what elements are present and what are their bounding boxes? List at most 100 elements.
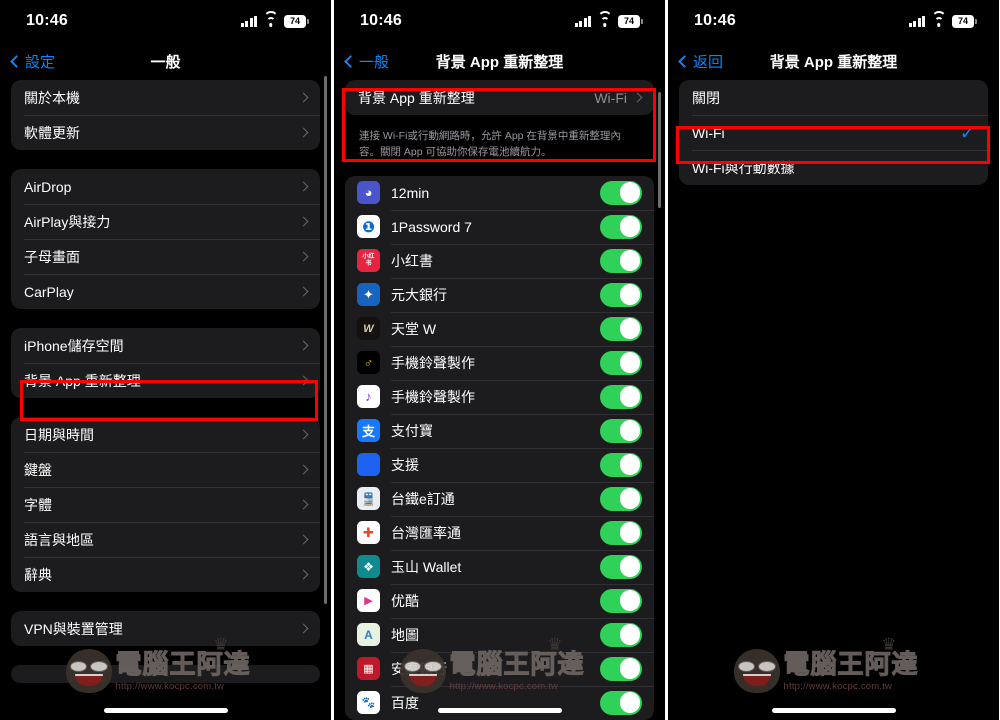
row-label: Wi-Fi與行動數據 xyxy=(692,159,795,176)
refresh-options-group: 關閉 Wi-Fi ✓ Wi-Fi與行動數據 xyxy=(679,80,988,185)
crown-icon: ♛ xyxy=(881,634,897,654)
list-item[interactable]: ❶ 1Password 7 xyxy=(345,209,654,244)
scrollbar-panel1[interactable] xyxy=(324,76,327,604)
chevron-left-icon xyxy=(344,54,357,68)
list-item[interactable]: ▦ 安泰銀行 xyxy=(345,651,654,686)
option-wifi-and-cellular[interactable]: Wi-Fi與行動數據 xyxy=(679,150,988,185)
list-item[interactable]: ✚ 台灣匯率通 xyxy=(345,515,654,550)
app-refresh-toggle[interactable] xyxy=(600,486,642,511)
app-name: 元大銀行 xyxy=(391,286,447,303)
app-refresh-toggle[interactable] xyxy=(600,452,642,477)
screenshot-root: 10:46 74 設定 一般 關於本機 軟體更新 AirDrop AirPlay… xyxy=(0,0,1000,720)
app-icon-ringtone-maker-1: ♂ xyxy=(357,351,380,375)
option-wifi[interactable]: Wi-Fi ✓ xyxy=(679,115,988,150)
list-item[interactable]: ❖ 玉山 Wallet xyxy=(345,549,654,584)
app-name: 12min xyxy=(391,184,430,201)
status-indicators: 74 xyxy=(240,10,309,28)
row-label: AirPlay與接力 xyxy=(24,213,111,230)
app-name: 小红書 xyxy=(391,252,433,269)
settings-list-panel1: 關於本機 軟體更新 AirDrop AirPlay與接力 子母畫面 CarPla… xyxy=(0,80,331,683)
app-icon-entie-bank: ▦ xyxy=(357,657,380,681)
app-refresh-toggle[interactable] xyxy=(600,316,642,341)
sidebar-item-airdrop[interactable]: AirDrop xyxy=(11,169,320,204)
app-refresh-toggle[interactable] xyxy=(600,656,642,681)
back-button-label: 返回 xyxy=(693,53,724,71)
row-label: iPhone儲存空間 xyxy=(24,337,124,354)
app-icon-yuanta-bank: ✦ xyxy=(357,283,380,307)
sidebar-item-airplay[interactable]: AirPlay與接力 xyxy=(11,204,320,239)
list-item[interactable]: 支 支付寶 xyxy=(345,413,654,448)
chevron-left-icon xyxy=(10,54,23,68)
app-name: 台灣匯率通 xyxy=(391,524,461,541)
row-label: 辭典 xyxy=(24,566,52,583)
back-button-settings[interactable]: 設定 xyxy=(10,51,55,72)
app-refresh-toggle[interactable] xyxy=(600,690,642,715)
row-label: 鍵盤 xyxy=(24,461,52,478)
list-item[interactable]: 小红书 小红書 xyxy=(345,243,654,278)
list-item[interactable]: 支援 xyxy=(345,447,654,482)
sidebar-item-keyboard[interactable]: 鍵盤 xyxy=(11,452,320,487)
background-app-refresh-row[interactable]: 背景 App 重新整理 Wi-Fi xyxy=(345,80,654,115)
sidebar-item-background-app-refresh[interactable]: 背景 App 重新整理 xyxy=(11,363,320,398)
sidebar-item-fonts[interactable]: 字體 xyxy=(11,487,320,522)
list-item[interactable]: ▶ 优酷 xyxy=(345,583,654,618)
row-label: CarPlay xyxy=(24,283,74,300)
app-refresh-toggle[interactable] xyxy=(600,520,642,545)
list-item[interactable]: A 地圖 xyxy=(345,617,654,652)
refresh-options-content: 關閉 Wi-Fi ✓ Wi-Fi與行動數據 xyxy=(668,80,999,185)
list-item[interactable]: ✦ 元大銀行 xyxy=(345,277,654,312)
app-refresh-toggle[interactable] xyxy=(600,248,642,273)
app-refresh-toggle[interactable] xyxy=(600,282,642,307)
chevron-right-icon xyxy=(298,534,309,545)
back-button-return[interactable]: 返回 xyxy=(678,51,724,72)
cellular-signal-icon xyxy=(574,15,591,27)
status-indicators: 74 xyxy=(908,10,977,28)
app-refresh-toggle[interactable] xyxy=(600,214,642,239)
sidebar-item-iphone-storage[interactable]: iPhone儲存空間 xyxy=(11,328,320,363)
sidebar-item-software-update[interactable]: 軟體更新 xyxy=(11,115,320,150)
option-off[interactable]: 關閉 xyxy=(679,80,988,115)
app-refresh-toggle[interactable] xyxy=(600,554,642,579)
list-item[interactable]: ♂ 手機鈴聲製作 xyxy=(345,345,654,380)
back-button-label: 一般 xyxy=(359,53,390,71)
status-bar-panel2: 10:46 74 xyxy=(334,0,665,42)
battery-level: 74 xyxy=(624,15,635,26)
wifi-icon xyxy=(263,10,278,27)
app-refresh-toggle[interactable] xyxy=(600,180,642,205)
app-refresh-toggle[interactable] xyxy=(600,350,642,375)
background-refresh-content: 背景 App 重新整理 Wi-Fi 連接 Wi-Fi或行動網路時，允許 App … xyxy=(334,80,665,720)
app-icon-xiaohongshu: 小红书 xyxy=(357,249,380,273)
sidebar-item-carplay[interactable]: CarPlay xyxy=(11,274,320,309)
scrollbar-panel2[interactable] xyxy=(658,92,661,208)
app-name: 1Password 7 xyxy=(391,218,472,235)
app-refresh-toggle[interactable] xyxy=(600,622,642,647)
app-icon-esun-wallet: ❖ xyxy=(357,555,380,579)
settings-group-connectivity: AirDrop AirPlay與接力 子母畫面 CarPlay xyxy=(11,169,320,309)
app-refresh-toggle[interactable] xyxy=(600,418,642,443)
chevron-right-icon xyxy=(298,340,309,351)
sidebar-item-dictionary[interactable]: 辭典 xyxy=(11,557,320,592)
app-refresh-toggle[interactable] xyxy=(600,384,642,409)
list-item[interactable]: 🚆 台鐵e訂通 xyxy=(345,481,654,516)
wifi-icon xyxy=(597,10,612,27)
sidebar-item-date-time[interactable]: 日期與時間 xyxy=(11,417,320,452)
row-label: 關於本機 xyxy=(24,89,80,106)
app-refresh-toggle[interactable] xyxy=(600,588,642,613)
sidebar-item-picture-in-picture[interactable]: 子母畫面 xyxy=(11,239,320,274)
list-item[interactable]: ♪ 手機鈴聲製作 xyxy=(345,379,654,414)
sidebar-item-about[interactable]: 關於本機 xyxy=(11,80,320,115)
app-name: 手機鈴聲製作 xyxy=(391,354,475,371)
list-item[interactable]: W 天堂 W xyxy=(345,311,654,346)
row-label: 關閉 xyxy=(692,89,720,106)
list-item[interactable]: 🐾 百度 xyxy=(345,685,654,720)
chevron-right-icon xyxy=(298,216,309,227)
app-icon-apple-support xyxy=(357,453,380,477)
sidebar-item-language-region[interactable]: 語言與地區 xyxy=(11,522,320,557)
back-button-general[interactable]: 一般 xyxy=(344,51,390,72)
list-item[interactable]: ◕ 12min xyxy=(345,176,654,210)
row-label: 軟體更新 xyxy=(24,124,80,141)
row-value: Wi-Fi xyxy=(594,89,627,106)
chevron-right-icon xyxy=(298,251,309,262)
sidebar-item-vpn-device-management[interactable]: VPN與裝置管理 xyxy=(11,611,320,646)
background-refresh-description: 連接 Wi-Fi或行動網路時，允許 App 在背景中重新整理內容。關閉 App … xyxy=(359,130,621,159)
